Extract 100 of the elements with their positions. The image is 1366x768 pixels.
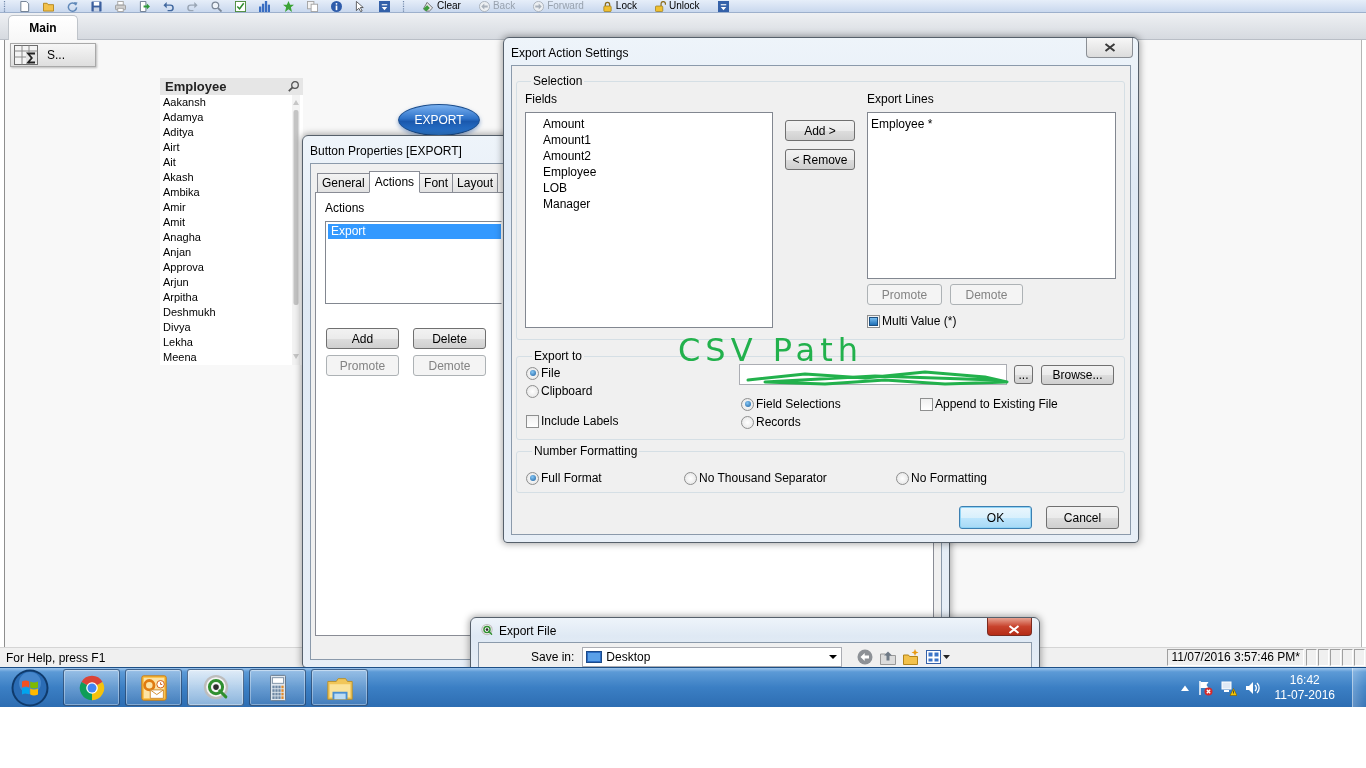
list-item[interactable]: Approva bbox=[163, 260, 204, 275]
refresh-icon[interactable] bbox=[67, 0, 78, 12]
group-label: Export to bbox=[533, 349, 584, 363]
radio-button[interactable] bbox=[741, 397, 754, 411]
folder-icon[interactable] bbox=[43, 0, 54, 12]
radio-label: No Formatting bbox=[911, 471, 988, 485]
radio-button[interactable] bbox=[741, 415, 754, 429]
checkbox[interactable] bbox=[526, 414, 539, 428]
printer-icon[interactable] bbox=[115, 0, 126, 12]
list-item[interactable]: Akash bbox=[163, 170, 194, 185]
dialog-tab[interactable]: Font bbox=[419, 173, 454, 193]
checkbox-label: Multi Value (*) bbox=[882, 314, 957, 328]
toolbar-button[interactable]: Unlock bbox=[654, 0, 700, 12]
list-item[interactable]: Amount2 bbox=[540, 148, 592, 164]
radio-button[interactable] bbox=[526, 366, 539, 380]
folder-up-icon[interactable] bbox=[880, 649, 897, 665]
taskbar-button[interactable] bbox=[311, 669, 368, 706]
grip-icon[interactable] bbox=[402, 0, 405, 12]
checkbox-label: Append to Existing File bbox=[935, 397, 1058, 411]
remove-button[interactable]: < Remove bbox=[785, 149, 855, 170]
undo-icon[interactable] bbox=[163, 0, 174, 12]
list-title: Employee bbox=[165, 78, 227, 95]
list-item[interactable]: Manager bbox=[540, 196, 591, 212]
add-button[interactable]: Add > bbox=[785, 120, 855, 141]
list-item[interactable]: Anjan bbox=[163, 245, 192, 260]
list-item[interactable]: Amount bbox=[540, 116, 585, 132]
dialog-tab[interactable]: Layout bbox=[452, 173, 499, 193]
close-button[interactable] bbox=[1086, 38, 1133, 58]
location-dropdown[interactable]: Desktop bbox=[582, 647, 843, 667]
list-item[interactable]: Employee bbox=[540, 164, 597, 180]
list-item[interactable]: Ait bbox=[163, 155, 176, 170]
list-item[interactable]: Airt bbox=[163, 140, 180, 155]
copy-icon[interactable] bbox=[307, 0, 318, 12]
list-item[interactable]: Aditya bbox=[163, 125, 194, 140]
list-item[interactable]: Adamya bbox=[163, 110, 204, 125]
bar-chart-icon[interactable] bbox=[259, 0, 270, 12]
checkbox[interactable] bbox=[867, 314, 880, 328]
cancel-button[interactable]: Cancel bbox=[1046, 506, 1119, 529]
info-icon[interactable] bbox=[331, 0, 342, 12]
radio-button[interactable] bbox=[896, 471, 909, 485]
pointer-icon[interactable] bbox=[355, 0, 366, 12]
scrollbar[interactable] bbox=[292, 95, 300, 365]
status-panel bbox=[1354, 649, 1365, 666]
checkbox[interactable] bbox=[920, 397, 933, 411]
taskbar-button[interactable] bbox=[249, 669, 306, 706]
ring-logo-icon bbox=[480, 623, 494, 637]
list-item[interactable]: LOB bbox=[540, 180, 567, 196]
toolbar-button[interactable]: Clear bbox=[423, 0, 461, 12]
list-item[interactable]: Divya bbox=[163, 320, 191, 335]
list-item[interactable]: Aakansh bbox=[163, 95, 206, 110]
search-icon[interactable] bbox=[211, 0, 222, 12]
list-item[interactable]: Arpitha bbox=[163, 290, 198, 305]
list-item[interactable]: Deshmukh bbox=[163, 305, 216, 320]
toolbar-button[interactable]: Lock bbox=[601, 0, 637, 12]
radio-button[interactable] bbox=[526, 384, 539, 398]
network-warning-icon[interactable] bbox=[1220, 679, 1237, 696]
up-chevron-icon[interactable] bbox=[1180, 684, 1189, 691]
sheet-tab[interactable]: Main bbox=[8, 15, 78, 40]
search-icon[interactable] bbox=[288, 81, 299, 92]
dialog-tab[interactable]: Actions bbox=[368, 171, 421, 193]
list-item[interactable]: Meena bbox=[163, 350, 197, 365]
list-item[interactable]: Lekha bbox=[163, 335, 193, 350]
checkbox-label: Include Labels bbox=[541, 414, 619, 428]
list-item[interactable]: Ambika bbox=[163, 185, 200, 200]
list-item[interactable]: Employee * bbox=[868, 116, 933, 132]
overflow-caret-icon[interactable] bbox=[717, 0, 729, 12]
redo-icon[interactable] bbox=[187, 0, 198, 12]
save-icon[interactable] bbox=[91, 0, 102, 12]
view-menu-icon[interactable] bbox=[926, 649, 951, 665]
radio-button[interactable] bbox=[526, 471, 539, 485]
orb-logo-icon bbox=[11, 668, 49, 707]
delete-button[interactable]: Delete bbox=[413, 328, 486, 349]
list-item[interactable]: Amir bbox=[163, 200, 186, 215]
ok-button[interactable]: OK bbox=[959, 506, 1032, 529]
radio-label: Records bbox=[756, 415, 801, 429]
taskbar-button[interactable] bbox=[63, 669, 120, 706]
list-item[interactable]: Amount1 bbox=[540, 132, 592, 148]
close-button[interactable] bbox=[987, 618, 1032, 636]
dialog-tab[interactable]: General bbox=[317, 173, 370, 193]
browse-button[interactable]: Browse... bbox=[1041, 364, 1114, 385]
status-panel bbox=[1342, 649, 1353, 666]
radio-button[interactable] bbox=[684, 471, 697, 485]
tick-box-icon[interactable] bbox=[235, 0, 246, 12]
action-button[interactable]: EXPORT bbox=[398, 104, 480, 136]
list-item[interactable]: Amit bbox=[163, 215, 185, 230]
taskbar-button[interactable] bbox=[187, 669, 244, 706]
list-item[interactable]: Arjun bbox=[163, 275, 189, 290]
taskbar-button[interactable] bbox=[125, 669, 182, 706]
minimized-object[interactable]: S... bbox=[10, 43, 96, 67]
star-icon[interactable] bbox=[283, 0, 294, 12]
status-timestamp: 11/07/2016 3:57:46 PM* bbox=[1167, 649, 1304, 666]
show-desktop-button[interactable] bbox=[1352, 668, 1366, 707]
overflow-caret-icon[interactable] bbox=[379, 0, 390, 12]
flag-error-icon[interactable] bbox=[1196, 679, 1213, 696]
page-icon[interactable] bbox=[19, 0, 30, 12]
list-item[interactable]: Anagha bbox=[163, 230, 201, 245]
new-folder-icon[interactable] bbox=[903, 649, 920, 665]
ellipsis-button[interactable]: ... bbox=[1014, 365, 1033, 384]
grip-icon[interactable] bbox=[3, 0, 6, 12]
add-button[interactable]: Add bbox=[326, 328, 399, 349]
